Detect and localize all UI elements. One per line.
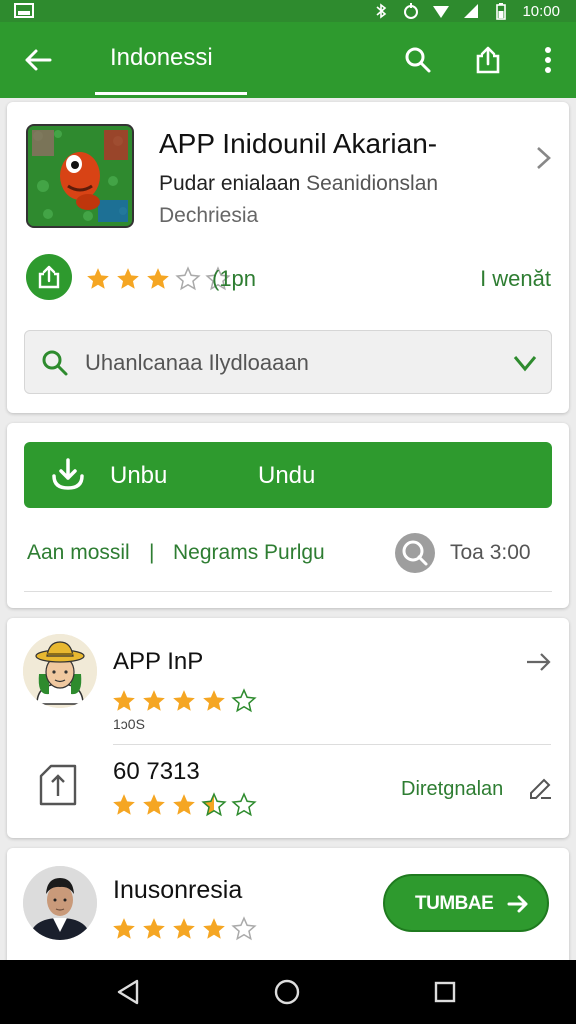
app-subtitle: Pudar enialaan Seanidionslan: [159, 172, 438, 196]
star-filled-icon: [143, 690, 165, 711]
star-filled-icon: [173, 794, 195, 815]
app-subtitle-part1: Pudar enialaan: [159, 172, 301, 195]
share-icon: [476, 46, 500, 74]
download-card: Unbu Undu Aan mossil | Negrams Purlgu To…: [7, 423, 569, 608]
profile-card: Inusonresia TUMBAE: [7, 848, 569, 968]
edit-icon[interactable]: [527, 776, 553, 802]
star-filled-icon: [143, 918, 165, 939]
app-info-card: APP Inidounil Akarian- Pudar enialaan Se…: [7, 102, 569, 413]
battery-icon: [496, 3, 507, 20]
share-circle-button[interactable]: [26, 254, 72, 300]
time-text: Toa 3:00: [450, 541, 531, 564]
app-icon[interactable]: [26, 124, 134, 228]
tumbae-button[interactable]: TUMBAE: [383, 874, 549, 932]
share-button[interactable]: [468, 40, 508, 80]
star-filled-icon: [147, 268, 169, 289]
avatar-illustration: [23, 634, 97, 708]
star-half-icon: [201, 792, 227, 817]
chevron-right-icon[interactable]: [533, 144, 555, 172]
review2-rating-stars: [111, 792, 257, 818]
app-title: APP Inidounil Akarian-: [159, 128, 438, 159]
reviewer-rating-stars: [111, 688, 257, 714]
download-label-1: Unbu: [110, 462, 168, 489]
share-icon: [38, 265, 60, 289]
search-field-text: Uhanlcanaa Ilydloaaan: [85, 350, 309, 375]
profile-rating-stars: [111, 916, 257, 942]
nav-home-icon: [274, 979, 300, 1005]
link-2[interactable]: Negrams Purlgu: [173, 541, 325, 565]
link-separator: |: [149, 541, 155, 564]
app-logo-icon: [28, 126, 132, 226]
app-category: Dechriesia: [159, 204, 259, 227]
star-empty-icon: [175, 266, 201, 291]
search-button[interactable]: [398, 40, 438, 80]
app-subtitle-part2: Seanidionslan: [306, 172, 439, 195]
upload-box-icon[interactable]: [37, 762, 79, 808]
profile-avatar[interactable]: [23, 866, 97, 940]
more-options-button[interactable]: [528, 40, 568, 80]
tab-indicator: [95, 92, 247, 95]
arrow-left-icon: [25, 49, 52, 71]
time-search-button[interactable]: [395, 533, 435, 573]
star-filled-icon: [173, 918, 195, 939]
wifi-icon: [433, 6, 450, 18]
sync-icon: [404, 3, 419, 19]
image-icon: [14, 3, 34, 18]
review-date: 1ↄ0S: [113, 716, 145, 732]
bluetooth-icon: [376, 3, 387, 19]
review2-action-link[interactable]: Diretgnalan: [401, 778, 503, 801]
star-empty-icon: [231, 688, 257, 713]
search-icon: [42, 350, 68, 376]
nav-back-icon: [117, 979, 139, 1005]
navigation-bar: [0, 960, 576, 1024]
nav-home-button[interactable]: [271, 976, 303, 1008]
app-rating-stars: [85, 266, 231, 292]
tumbae-button-label: TUMBAE: [415, 893, 494, 914]
link-1[interactable]: Aan mossil: [27, 541, 130, 565]
star-filled-icon: [87, 268, 109, 289]
search-icon: [402, 540, 428, 566]
review2-number: 60 7313: [113, 758, 200, 785]
star-filled-icon: [113, 918, 135, 939]
star-filled-icon: [113, 690, 135, 711]
back-button[interactable]: [18, 40, 58, 80]
star-empty-icon: [231, 792, 257, 817]
nav-recents-button[interactable]: [429, 976, 461, 1008]
star-filled-icon: [113, 794, 135, 815]
star-empty-icon: [231, 916, 257, 941]
profile-name: Inusonresia: [113, 876, 243, 904]
nav-back-button[interactable]: [112, 976, 144, 1008]
download-button[interactable]: Unbu Undu: [24, 442, 552, 508]
star-filled-icon: [203, 918, 225, 939]
download-label-2: Undu: [258, 462, 316, 489]
search-field[interactable]: Uhanlcanaa Ilydloaaan: [24, 330, 552, 394]
signal-icon: [464, 4, 479, 18]
star-filled-icon: [143, 794, 165, 815]
divider: [24, 591, 552, 592]
reviewer-name: APP InP: [113, 648, 204, 675]
more-vert-icon: [545, 47, 551, 73]
rating-link[interactable]: I wenăt: [480, 266, 551, 292]
review-card: APP InP 1ↄ0S 60 7313 Diretgnalan: [7, 618, 569, 838]
share-arrow-icon[interactable]: [525, 650, 553, 674]
status-time: 10:00: [522, 2, 560, 20]
app-bar: Indonessi: [0, 22, 576, 98]
reviewer-avatar[interactable]: [23, 634, 97, 708]
divider: [113, 744, 551, 745]
nav-recents-icon: [434, 981, 456, 1003]
avatar-photo: [23, 866, 97, 940]
arrow-right-icon: [507, 895, 528, 913]
status-bar: 10:00: [0, 0, 576, 22]
star-filled-icon: [173, 690, 195, 711]
page-title[interactable]: Indonessi: [110, 44, 213, 72]
star-filled-icon: [203, 690, 225, 711]
chevron-down-icon[interactable]: [511, 349, 539, 377]
search-icon: [405, 47, 431, 73]
download-icon: [52, 458, 84, 490]
star-filled-icon: [117, 268, 139, 289]
app-rating-text: (1pn: [212, 266, 257, 291]
